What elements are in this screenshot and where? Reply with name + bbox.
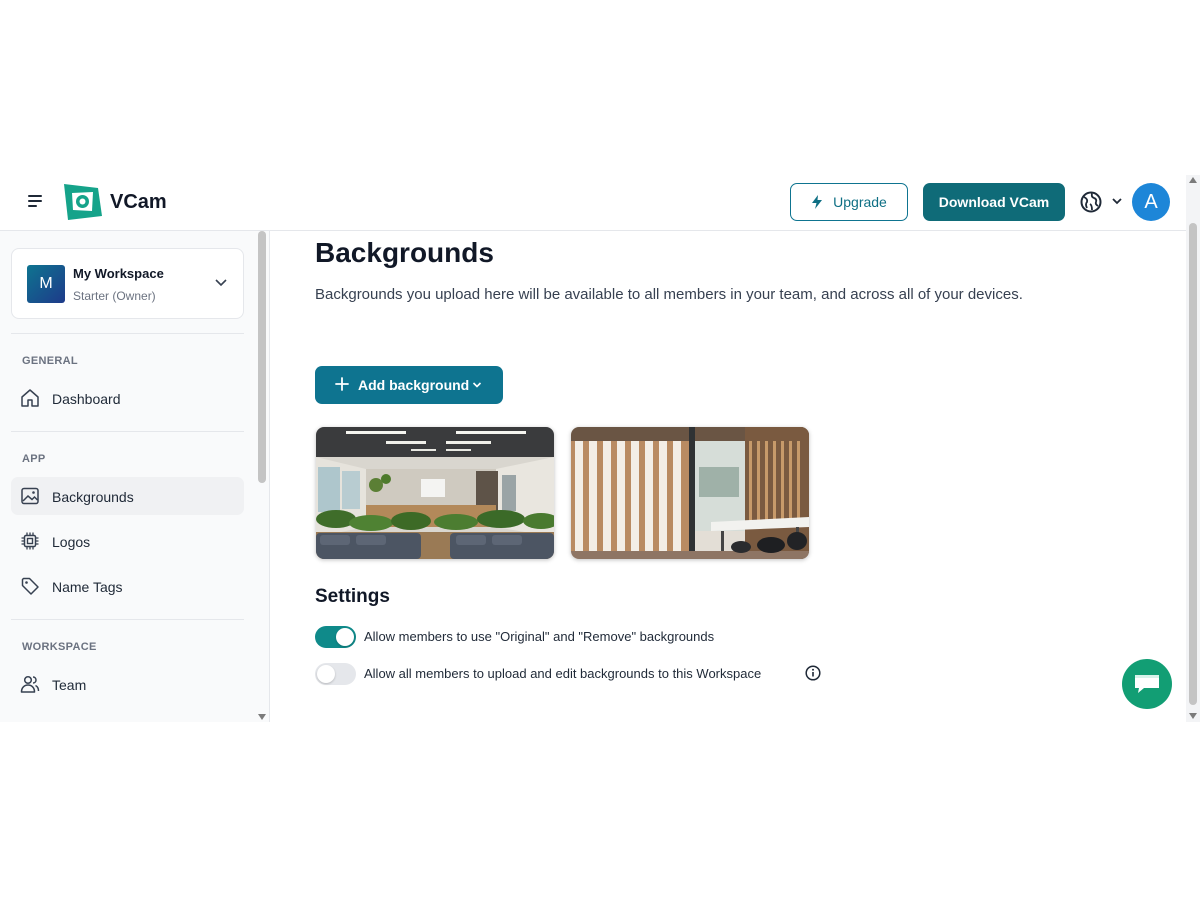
lightning-icon xyxy=(812,195,823,209)
scroll-down-arrow-icon[interactable] xyxy=(258,714,266,720)
tag-icon xyxy=(21,577,39,595)
chat-support-button[interactable] xyxy=(1122,659,1172,709)
image-icon xyxy=(21,487,39,505)
user-avatar[interactable]: A xyxy=(1132,183,1170,221)
add-background-button[interactable]: Add background xyxy=(315,366,503,404)
app-name[interactable]: VCam xyxy=(110,191,167,214)
app-window: VCam Upgrade Download VCam A M My Worksp… xyxy=(0,175,1200,722)
home-icon xyxy=(21,389,39,407)
sidebar-item-backgrounds[interactable]: Backgrounds xyxy=(11,477,244,515)
chat-icon xyxy=(1135,675,1159,693)
scroll-up-arrow-icon[interactable] xyxy=(1189,177,1197,183)
sidebar-item-dashboard[interactable]: Dashboard xyxy=(11,379,244,417)
workspace-plan: Starter (Owner) xyxy=(73,289,156,303)
sidebar-scroll-thumb[interactable] xyxy=(258,231,266,483)
settings-title: Settings xyxy=(315,586,390,607)
sidebar-item-label: Logos xyxy=(52,534,91,550)
background-thumbnail-office[interactable] xyxy=(316,427,554,559)
add-background-label: Add background xyxy=(358,377,470,393)
upgrade-button[interactable]: Upgrade xyxy=(790,183,908,221)
toggle-knob xyxy=(336,628,354,646)
page-scrollbar[interactable] xyxy=(1186,175,1200,722)
workspace-avatar: M xyxy=(27,265,65,303)
language-chevron-down-icon[interactable] xyxy=(1111,196,1123,206)
workspace-name: My Workspace xyxy=(73,266,164,281)
vcam-logo-icon[interactable] xyxy=(64,182,102,220)
page-title: Backgrounds xyxy=(315,237,494,268)
sidebar-item-label: Backgrounds xyxy=(52,489,134,505)
allow-upload-edit-label: Allow all members to upload and edit bac… xyxy=(364,666,762,681)
chevron-down-icon xyxy=(215,279,227,287)
allow-upload-edit-toggle[interactable] xyxy=(315,663,356,685)
scroll-down-arrow-icon[interactable] xyxy=(1189,713,1197,719)
sidebar-item-logos[interactable]: Logos xyxy=(11,522,244,560)
page-scroll-thumb[interactable] xyxy=(1189,223,1197,705)
section-label-app: APP xyxy=(22,453,46,465)
section-label-general: GENERAL xyxy=(22,355,78,367)
sidebar: M My Workspace Starter (Owner) GENERAL D… xyxy=(0,231,270,722)
sidebar-item-team[interactable]: Team xyxy=(11,665,244,703)
meeting-room-background-image xyxy=(571,427,809,559)
upgrade-label: Upgrade xyxy=(833,194,887,210)
download-vcam-button[interactable]: Download VCam xyxy=(923,183,1065,221)
info-icon[interactable] xyxy=(805,665,821,681)
top-bar: VCam Upgrade Download VCam A xyxy=(0,175,1186,231)
sidebar-divider xyxy=(11,333,244,334)
main-content: Backgrounds Backgrounds you upload here … xyxy=(271,231,1186,722)
sidebar-item-label: Dashboard xyxy=(52,391,121,407)
background-thumbnail-meeting-room[interactable] xyxy=(571,427,809,559)
chevron-down-icon xyxy=(472,382,482,388)
hamburger-icon[interactable] xyxy=(28,195,44,209)
sidebar-scrollbar[interactable] xyxy=(255,231,269,722)
sidebar-item-name-tags[interactable]: Name Tags xyxy=(11,567,244,605)
page-description: Backgrounds you upload here will be avai… xyxy=(315,286,1023,303)
allow-original-remove-toggle[interactable] xyxy=(315,626,356,648)
sidebar-divider xyxy=(11,431,244,432)
sidebar-item-label: Name Tags xyxy=(52,579,123,595)
office-background-image xyxy=(316,427,554,559)
sidebar-item-label: Team xyxy=(52,677,87,693)
chip-icon xyxy=(21,532,39,550)
sidebar-divider xyxy=(11,619,244,620)
plus-icon xyxy=(335,377,349,391)
allow-original-remove-label: Allow members to use "Original" and "Rem… xyxy=(364,629,715,644)
workspace-switcher[interactable]: M My Workspace Starter (Owner) xyxy=(11,248,244,319)
globe-icon[interactable] xyxy=(1080,191,1102,213)
users-icon xyxy=(20,675,40,693)
toggle-knob xyxy=(317,665,335,683)
section-label-workspace: WORKSPACE xyxy=(22,641,97,653)
